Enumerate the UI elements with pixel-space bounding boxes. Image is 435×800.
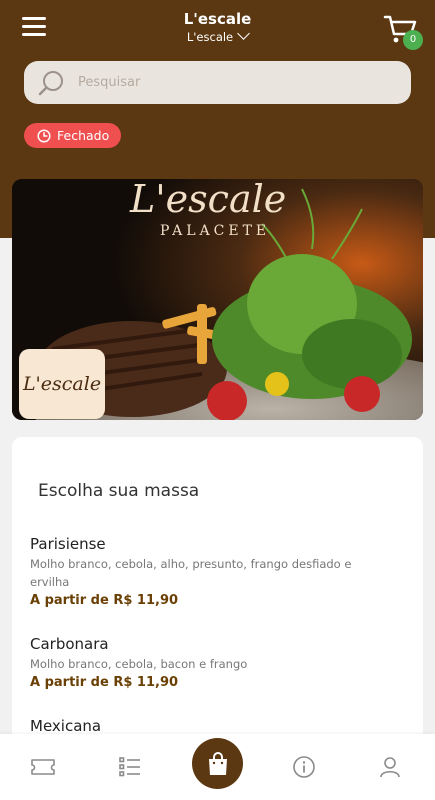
search-icon xyxy=(38,71,63,96)
list-icon xyxy=(119,757,140,777)
logo-text: L'escale xyxy=(22,373,102,395)
menu-item[interactable]: Carbonara Molho branco, cebola, bacon e … xyxy=(30,635,380,690)
menu-item[interactable]: Parisiense Molho branco, cebola, alho, p… xyxy=(30,535,380,608)
item-name: Mexicana xyxy=(30,717,102,735)
info-icon xyxy=(293,756,315,778)
ticket-icon xyxy=(31,759,55,775)
nav-coupons[interactable] xyxy=(28,752,58,782)
search-input[interactable]: Pesquisar xyxy=(24,61,411,104)
search-placeholder: Pesquisar xyxy=(78,75,141,90)
svg-text:PALACETE: PALACETE xyxy=(160,223,270,239)
nav-profile[interactable] xyxy=(375,752,405,782)
status-badge: Fechado xyxy=(24,123,122,148)
clock-icon xyxy=(37,128,51,143)
nav-orders[interactable] xyxy=(115,752,145,782)
restaurant-logo: L'escale xyxy=(19,349,105,419)
item-description: Molho branco, cebola, bacon e frango xyxy=(30,657,248,671)
menu-item[interactable]: Mexicana xyxy=(30,717,380,735)
chevron-down-icon xyxy=(237,27,251,40)
cart-count-badge: 0 xyxy=(403,30,423,50)
item-name: Parisiense xyxy=(30,535,106,553)
store-selector[interactable]: L'escale xyxy=(0,27,435,44)
svg-text:L'escale: L'escale xyxy=(129,179,286,221)
store-title: L'escale xyxy=(183,10,252,28)
item-description: Molho branco, cebola, alho, presunto, fr… xyxy=(30,557,352,589)
nav-info[interactable] xyxy=(289,752,319,782)
status-label: Fechado xyxy=(57,128,110,143)
restaurant-banner: L'escale PALACETE L'escale xyxy=(12,179,423,420)
item-price: A partir de R$ 11,90 xyxy=(30,675,179,690)
section-title: Escolha sua massa xyxy=(38,481,200,501)
item-name: Carbonara xyxy=(30,635,109,653)
item-price: A partir de R$ 11,90 xyxy=(30,593,179,608)
store-selector-label: L'escale xyxy=(186,30,234,44)
shopping-bag-icon xyxy=(208,751,227,775)
bag-button[interactable] xyxy=(192,738,243,789)
user-icon xyxy=(380,757,400,778)
